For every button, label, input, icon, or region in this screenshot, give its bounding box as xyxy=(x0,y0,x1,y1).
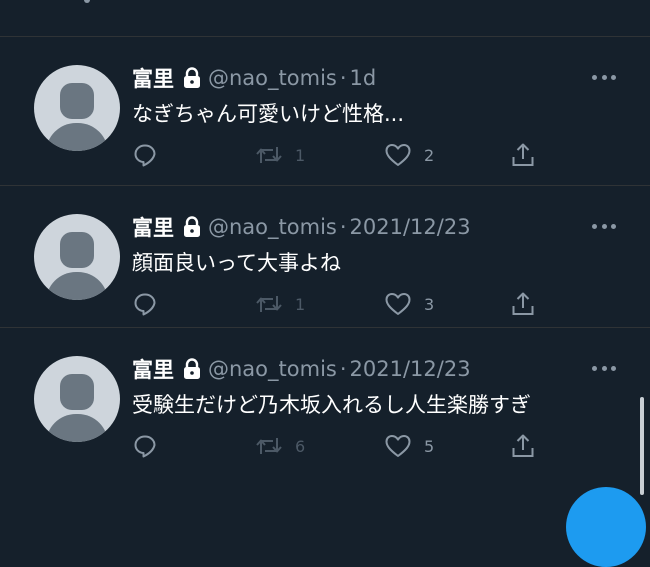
like-button[interactable]: 3 xyxy=(384,289,434,319)
scrollbar[interactable] xyxy=(640,397,644,495)
share-button[interactable] xyxy=(510,140,536,170)
tweet-header: 富里 @nao_tomis · 2021/12/23 xyxy=(132,355,471,383)
heart-icon xyxy=(384,433,412,459)
tweet-actions: 6 5 xyxy=(132,431,542,461)
retweet-button[interactable]: 6 xyxy=(255,431,305,461)
compose-fab[interactable] xyxy=(566,487,646,567)
previous-tweet-fragment xyxy=(0,0,650,36)
handle[interactable]: @nao_tomis xyxy=(208,357,337,381)
tweet-actions: 1 3 xyxy=(132,289,542,319)
fragment-dot xyxy=(84,0,90,3)
more-icon[interactable] xyxy=(592,224,616,230)
separator: · xyxy=(339,357,347,381)
share-button[interactable] xyxy=(510,289,536,319)
lock-icon xyxy=(182,67,202,89)
retweet-button[interactable]: 1 xyxy=(255,140,305,170)
share-icon xyxy=(510,142,536,168)
heart-icon xyxy=(384,142,412,168)
reply-icon xyxy=(132,433,158,459)
retweet-count: 1 xyxy=(295,145,306,165)
like-button[interactable]: 5 xyxy=(384,431,434,461)
tweet-header: 富里 @nao_tomis · 2021/12/23 xyxy=(132,213,471,241)
like-count: 2 xyxy=(424,145,435,165)
avatar-body xyxy=(46,123,108,151)
reply-icon xyxy=(132,142,158,168)
handle[interactable]: @nao_tomis xyxy=(208,215,337,239)
more-icon[interactable] xyxy=(592,75,616,81)
avatar-head xyxy=(60,232,94,268)
tweet-1[interactable]: 富里 @nao_tomis · 1d なぎちゃん可愛いけど性格... 1 2 xyxy=(0,36,650,178)
handle[interactable]: @nao_tomis xyxy=(208,66,337,90)
avatar[interactable] xyxy=(34,65,120,151)
retweet-count: 6 xyxy=(295,436,306,456)
like-count: 3 xyxy=(424,294,435,314)
lock-icon xyxy=(182,216,202,238)
reply-button[interactable] xyxy=(132,431,170,461)
timestamp[interactable]: 2021/12/23 xyxy=(350,215,471,239)
display-name[interactable]: 富里 xyxy=(132,354,174,384)
timestamp[interactable]: 2021/12/23 xyxy=(350,357,471,381)
avatar-head xyxy=(60,374,94,410)
more-icon[interactable] xyxy=(592,366,616,372)
retweet-icon xyxy=(255,433,283,459)
share-button[interactable] xyxy=(510,431,536,461)
share-icon xyxy=(510,433,536,459)
reply-button[interactable] xyxy=(132,289,170,319)
heart-icon xyxy=(384,291,412,317)
tweet-2[interactable]: 富里 @nao_tomis · 2021/12/23 顔面良いって大事よね 1 … xyxy=(0,185,650,327)
reply-icon xyxy=(132,291,158,317)
separator: · xyxy=(339,215,347,239)
tweet-text: なぎちゃん可愛いけど性格... xyxy=(132,102,405,126)
tweet-header: 富里 @nao_tomis · 1d xyxy=(132,64,376,92)
lock-icon xyxy=(182,358,202,380)
separator: · xyxy=(339,66,347,90)
like-button[interactable]: 2 xyxy=(384,140,434,170)
avatar[interactable] xyxy=(34,214,120,300)
tweet-3[interactable]: 富里 @nao_tomis · 2021/12/23 受験生だけど乃木坂入れるし… xyxy=(0,327,650,469)
share-icon xyxy=(510,291,536,317)
avatar-body xyxy=(46,272,108,300)
tweet-text: 受験生だけど乃木坂入れるし人生楽勝すぎ xyxy=(132,393,531,417)
retweet-button[interactable]: 1 xyxy=(255,289,305,319)
display-name[interactable]: 富里 xyxy=(132,212,174,242)
retweet-icon xyxy=(255,142,283,168)
timestamp[interactable]: 1d xyxy=(350,66,377,90)
like-count: 5 xyxy=(424,436,435,456)
avatar[interactable] xyxy=(34,356,120,442)
reply-button[interactable] xyxy=(132,140,170,170)
avatar-body xyxy=(46,414,108,442)
retweet-icon xyxy=(255,291,283,317)
tweet-text: 顔面良いって大事よね xyxy=(132,251,341,275)
avatar-head xyxy=(60,83,94,119)
tweet-actions: 1 2 xyxy=(132,140,542,170)
retweet-count: 1 xyxy=(295,294,306,314)
display-name[interactable]: 富里 xyxy=(132,63,174,93)
